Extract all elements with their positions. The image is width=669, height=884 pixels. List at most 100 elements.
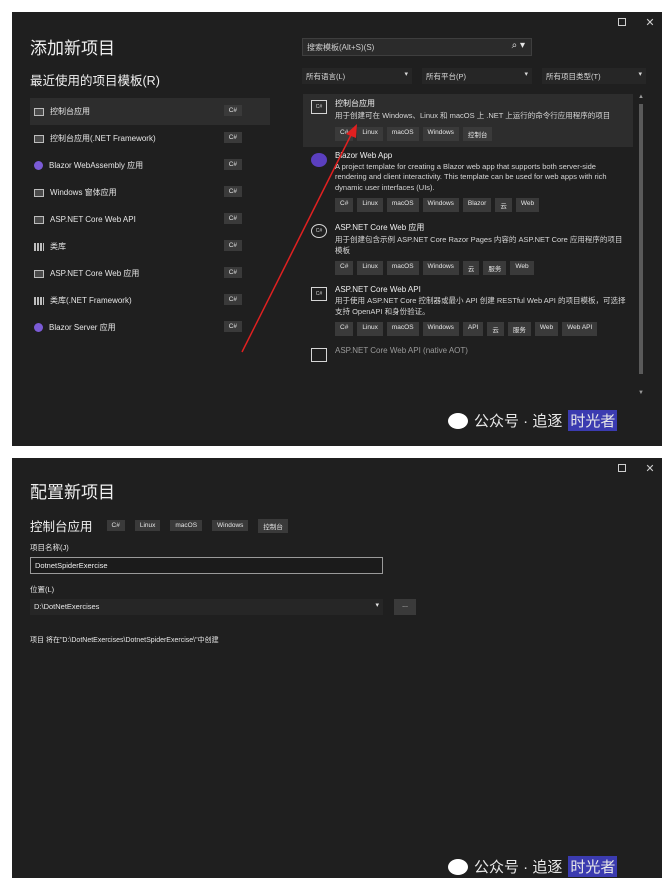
close-button[interactable]: ✕ bbox=[644, 462, 656, 475]
tag: Blazor bbox=[462, 198, 492, 212]
recent-item-webapp[interactable]: ASP.NET Core Web 应用 C# bbox=[30, 260, 270, 287]
template-tags: C# Linux macOS Windows API 云 服务 Web Web … bbox=[335, 322, 627, 336]
template-list-scrollbar[interactable]: ▲ ▼ bbox=[638, 94, 644, 396]
maximize-button[interactable] bbox=[616, 462, 628, 475]
template-search-input[interactable]: 搜索模板(Alt+S)(S) ⌕ ▾ bbox=[302, 38, 532, 56]
template-description: A project template for creating a Blazor… bbox=[335, 161, 607, 192]
list-item-label: 控制台应用 bbox=[50, 107, 90, 116]
blazor-icon bbox=[34, 161, 43, 170]
list-item-label: ASP.NET Core Web API bbox=[50, 215, 136, 224]
project-name-label: 项目名称(J) bbox=[30, 543, 69, 552]
list-item-label: 类库 bbox=[50, 242, 66, 251]
watermark: 公众号 · 追逐 时光者 bbox=[448, 856, 618, 877]
chevron-down-icon: ▾ bbox=[524, 71, 528, 78]
tag: Linux bbox=[357, 126, 383, 141]
tag: Linux bbox=[134, 520, 161, 531]
template-title: 控制台应用 bbox=[335, 99, 375, 108]
template-title: ASP.NET Core Web 应用 bbox=[335, 223, 425, 232]
language-badge: C# bbox=[223, 267, 242, 278]
web-icon bbox=[34, 269, 44, 278]
recent-item-blazor-server[interactable]: Blazor Server 应用 C# bbox=[30, 314, 270, 341]
tag: C# bbox=[335, 261, 354, 275]
language-badge: C# bbox=[223, 321, 242, 332]
list-item-label: Windows 窗体应用 bbox=[50, 188, 117, 197]
tag: macOS bbox=[386, 126, 419, 141]
list-item-label: Blazor Server 应用 bbox=[49, 323, 116, 332]
add-new-project-window: ✕ 添加新项目 最近使用的项目模板(R) 搜索模板(Alt+S)(S) ⌕ ▾ … bbox=[12, 12, 662, 446]
tag: Web bbox=[534, 322, 559, 336]
console-icon: C# bbox=[311, 100, 327, 114]
tag: 云 bbox=[495, 198, 512, 212]
project-name-input[interactable]: DotnetSpiderExercise bbox=[30, 557, 383, 574]
platform-filter[interactable]: 所有平台(P) ▾ bbox=[422, 68, 532, 84]
api-icon bbox=[311, 348, 327, 362]
globe-icon: C# bbox=[311, 224, 327, 238]
template-console[interactable]: C# 控制台应用 用于创建可在 Windows、Linux 和 macOS 上 … bbox=[303, 94, 633, 147]
template-tags: C# Linux macOS Windows Blazor 云 Web bbox=[335, 198, 627, 212]
chevron-down-icon: ▾ bbox=[375, 602, 379, 609]
language-badge: C# bbox=[223, 213, 242, 224]
wechat-icon bbox=[448, 858, 468, 875]
recent-item-console[interactable]: 控制台应用 C# bbox=[30, 98, 270, 125]
close-button[interactable]: ✕ bbox=[644, 16, 656, 29]
tag: C# bbox=[106, 520, 125, 531]
recent-item-winforms[interactable]: Windows 窗体应用 C# bbox=[30, 179, 270, 206]
list-item-label: 类库(.NET Framework) bbox=[50, 296, 132, 305]
window-icon bbox=[34, 188, 44, 197]
location-value: D:\DotNetExercises bbox=[34, 602, 100, 611]
list-item-label: Blazor WebAssembly 应用 bbox=[49, 161, 144, 170]
template-tags: C# Linux macOS Windows 云 服务 Web bbox=[335, 261, 627, 275]
tag: C# bbox=[335, 322, 354, 336]
language-badge: C# bbox=[223, 294, 242, 305]
recent-item-classlib[interactable]: 类库 C# bbox=[30, 233, 270, 260]
selected-template-header: 控制台应用 C# Linux macOS Windows 控制台 bbox=[30, 516, 288, 535]
search-icon[interactable]: ⌕ ▾ bbox=[512, 40, 525, 51]
creation-path-hint: 项目 将在"D:\DotNetExercises\DotnetSpiderExe… bbox=[30, 637, 219, 644]
recent-templates-header: 最近使用的项目模板(R) bbox=[30, 74, 160, 88]
tag: Web API bbox=[562, 322, 598, 336]
tag: 云 bbox=[487, 322, 504, 336]
watermark-text: 公众号 · 追逐 bbox=[474, 859, 563, 876]
location-label: 位置(L) bbox=[30, 585, 55, 594]
scrollbar-thumb[interactable] bbox=[639, 104, 643, 374]
watermark-highlight: 时光者 bbox=[568, 856, 618, 877]
project-type-filter[interactable]: 所有项目类型(T) ▾ bbox=[542, 68, 646, 84]
language-filter[interactable]: 所有语言(L) ▾ bbox=[302, 68, 412, 84]
chevron-down-icon: ▾ bbox=[404, 71, 408, 78]
blazor-icon bbox=[34, 323, 43, 332]
tag: macOS bbox=[170, 520, 203, 531]
language-badge: C# bbox=[223, 132, 242, 143]
window-controls: ✕ bbox=[616, 16, 656, 29]
tag: Windows bbox=[422, 322, 459, 336]
tag: macOS bbox=[386, 261, 419, 275]
scroll-down-icon[interactable]: ▼ bbox=[638, 390, 644, 396]
template-title: ASP.NET Core Web API (native AOT) bbox=[335, 346, 468, 355]
maximize-icon bbox=[618, 18, 626, 26]
recent-item-console-framework[interactable]: 控制台应用(.NET Framework) C# bbox=[30, 125, 270, 152]
recent-item-classlib-framework[interactable]: 类库(.NET Framework) C# bbox=[30, 287, 270, 314]
scroll-up-icon[interactable]: ▲ bbox=[638, 94, 644, 100]
library-icon bbox=[34, 242, 44, 251]
template-blazor-web-app[interactable]: Blazor Web App A project template for cr… bbox=[303, 147, 633, 219]
maximize-button[interactable] bbox=[616, 16, 628, 29]
template-description: 用于创建可在 Windows、Linux 和 macOS 上 .NET 上运行的… bbox=[335, 111, 611, 120]
location-select[interactable]: D:\DotNetExercises ▾ bbox=[30, 599, 383, 615]
project-type-filter-label: 所有项目类型(T) bbox=[546, 72, 601, 81]
template-description: 用于创建包含示例 ASP.NET Core Razor Pages 内容的 AS… bbox=[335, 235, 623, 255]
tag: Linux bbox=[357, 322, 383, 336]
list-item-label: 控制台应用(.NET Framework) bbox=[50, 134, 156, 143]
template-aspnet-web-api-aot[interactable]: ASP.NET Core Web API (native AOT) bbox=[303, 342, 633, 363]
tag: 控制台 bbox=[258, 518, 288, 533]
template-aspnet-web-app[interactable]: C# ASP.NET Core Web 应用 用于创建包含示例 ASP.NET … bbox=[303, 218, 633, 281]
template-aspnet-web-api[interactable]: C# ASP.NET Core Web API 用于使用 ASP.NET Cor… bbox=[303, 281, 633, 342]
recent-item-blazor-wasm[interactable]: Blazor WebAssembly 应用 C# bbox=[30, 152, 270, 179]
tag: 控制台 bbox=[462, 126, 493, 141]
tag: Windows bbox=[212, 520, 249, 531]
language-badge: C# bbox=[223, 240, 242, 251]
console-icon bbox=[34, 134, 44, 143]
browse-button[interactable]: ... bbox=[394, 599, 416, 615]
tag: API bbox=[462, 322, 484, 336]
recent-item-webapi[interactable]: ASP.NET Core Web API C# bbox=[30, 206, 270, 233]
maximize-icon bbox=[618, 464, 626, 472]
tag: Linux bbox=[357, 198, 383, 212]
